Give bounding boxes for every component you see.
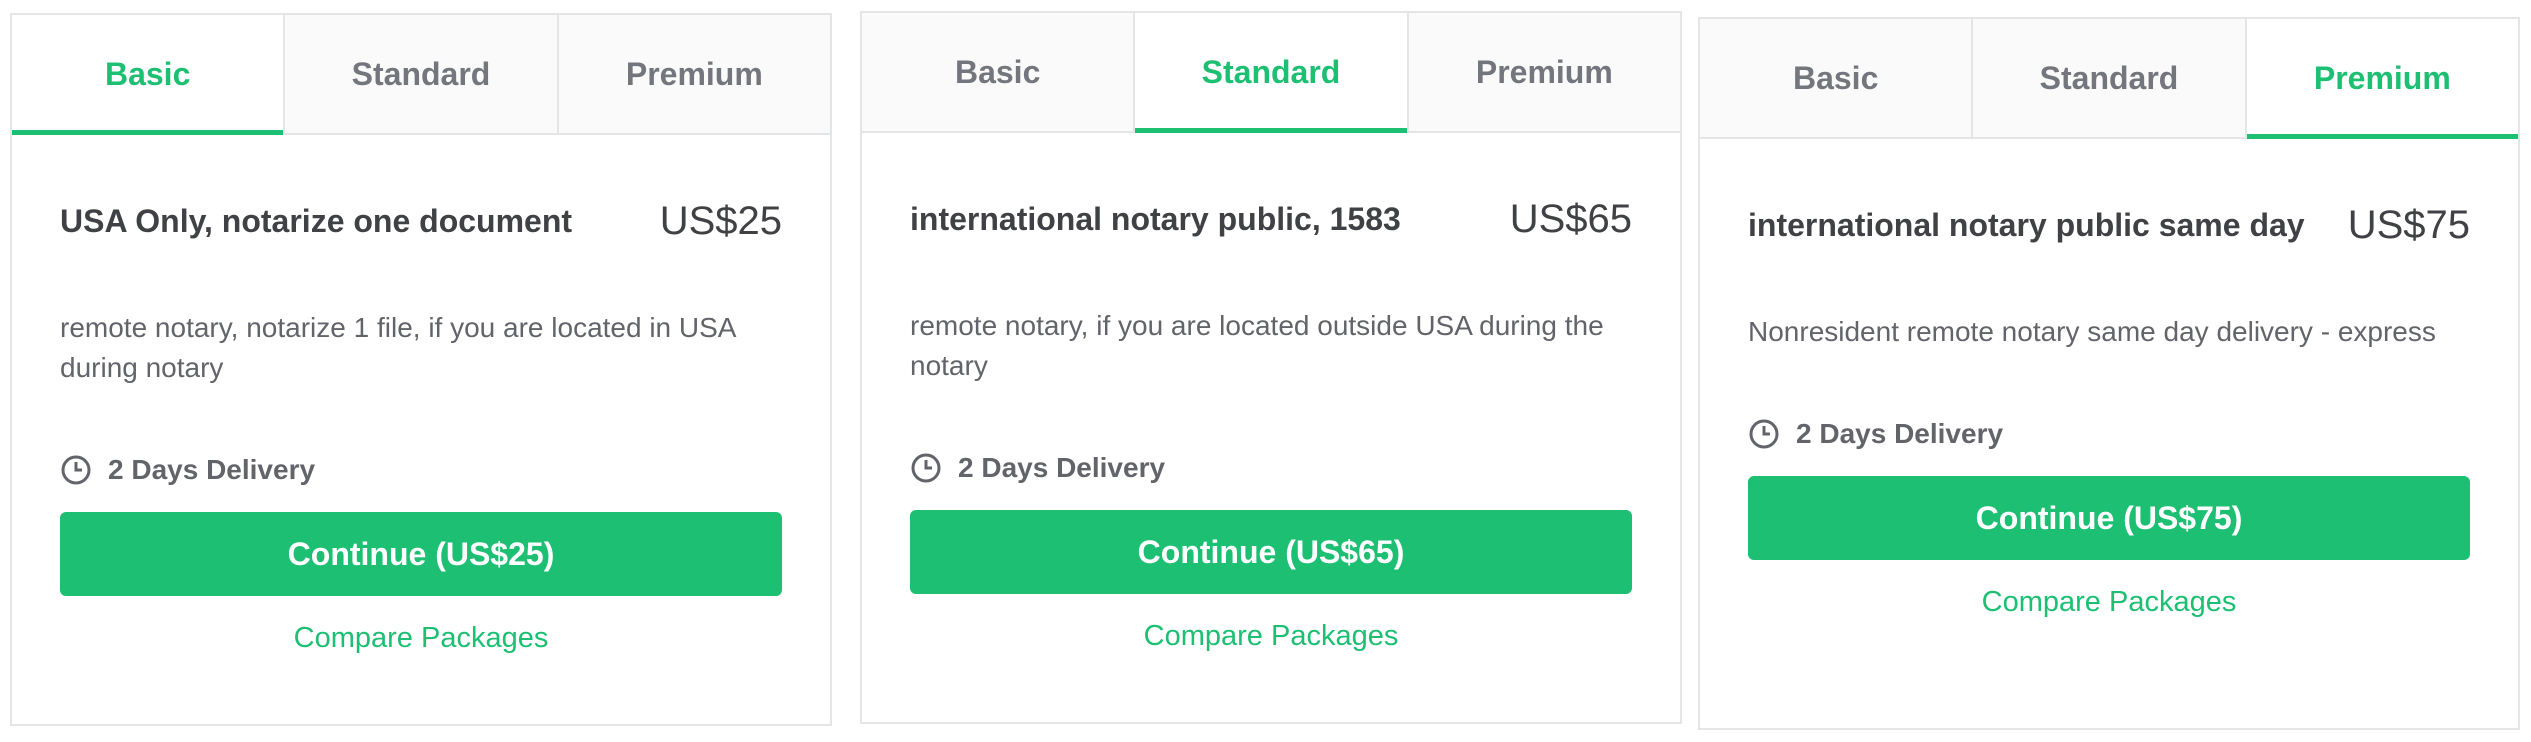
- tab-standard[interactable]: Standard: [283, 15, 557, 133]
- delivery-info: 2 Days Delivery: [60, 454, 782, 486]
- package-card-standard: Basic Standard Premium international not…: [860, 11, 1682, 724]
- continue-button[interactable]: Continue (US$75): [1748, 476, 2470, 560]
- compare-packages-link[interactable]: Compare Packages: [1748, 586, 2470, 619]
- delivery-label: 2 Days Delivery: [108, 454, 316, 485]
- package-body: international notary public, 1583 US$65 …: [862, 197, 1680, 653]
- package-price: US$25: [659, 199, 782, 243]
- package-card-premium: Basic Standard Premium international not…: [1698, 17, 2520, 730]
- tab-standard[interactable]: Standard: [1971, 19, 2245, 137]
- clock-icon: [911, 453, 941, 483]
- package-tabs: Basic Standard Premium: [12, 15, 830, 135]
- delivery-info: 2 Days Delivery: [1748, 418, 2470, 450]
- package-body: USA Only, notarize one document US$25 re…: [12, 199, 830, 655]
- tab-basic[interactable]: Basic: [1700, 19, 1972, 137]
- package-description: remote notary, notarize 1 file, if you a…: [60, 312, 735, 383]
- package-title: USA Only, notarize one document: [60, 203, 573, 239]
- compare-packages-link[interactable]: Compare Packages: [910, 620, 1632, 653]
- package-header: international notary public same day US$…: [1748, 203, 2470, 248]
- package-price: US$65: [1509, 197, 1632, 241]
- package-description: Nonresident remote notary same day deliv…: [1748, 316, 2436, 347]
- tab-basic[interactable]: Basic: [862, 13, 1134, 131]
- compare-packages-link[interactable]: Compare Packages: [60, 622, 782, 655]
- tab-premium[interactable]: Premium: [2244, 19, 2519, 139]
- package-header: international notary public, 1583 US$65: [910, 197, 1632, 242]
- tab-standard[interactable]: Standard: [1133, 13, 1407, 133]
- tab-basic[interactable]: Basic: [12, 15, 284, 135]
- tab-premium[interactable]: Premium: [1406, 13, 1680, 131]
- package-title: international notary public same day: [1748, 207, 2305, 243]
- package-card-basic: Basic Standard Premium USA Only, notariz…: [10, 13, 832, 726]
- delivery-label: 2 Days Delivery: [958, 452, 1166, 483]
- continue-button[interactable]: Continue (US$65): [910, 510, 1632, 594]
- package-tabs: Basic Standard Premium: [862, 13, 1680, 133]
- clock-icon: [61, 455, 91, 485]
- delivery-label: 2 Days Delivery: [1796, 418, 2004, 449]
- package-tabs: Basic Standard Premium: [1700, 19, 2519, 139]
- package-body: international notary public same day US$…: [1700, 203, 2518, 619]
- tab-premium[interactable]: Premium: [556, 15, 830, 133]
- package-price: US$75: [2347, 203, 2470, 247]
- continue-button[interactable]: Continue (US$25): [60, 512, 782, 596]
- package-title: international notary public, 1583: [910, 201, 1401, 237]
- package-header: USA Only, notarize one document US$25: [60, 199, 782, 244]
- delivery-info: 2 Days Delivery: [910, 452, 1632, 484]
- package-description: remote notary, if you are located outsid…: [910, 310, 1604, 381]
- clock-icon: [1749, 419, 1779, 449]
